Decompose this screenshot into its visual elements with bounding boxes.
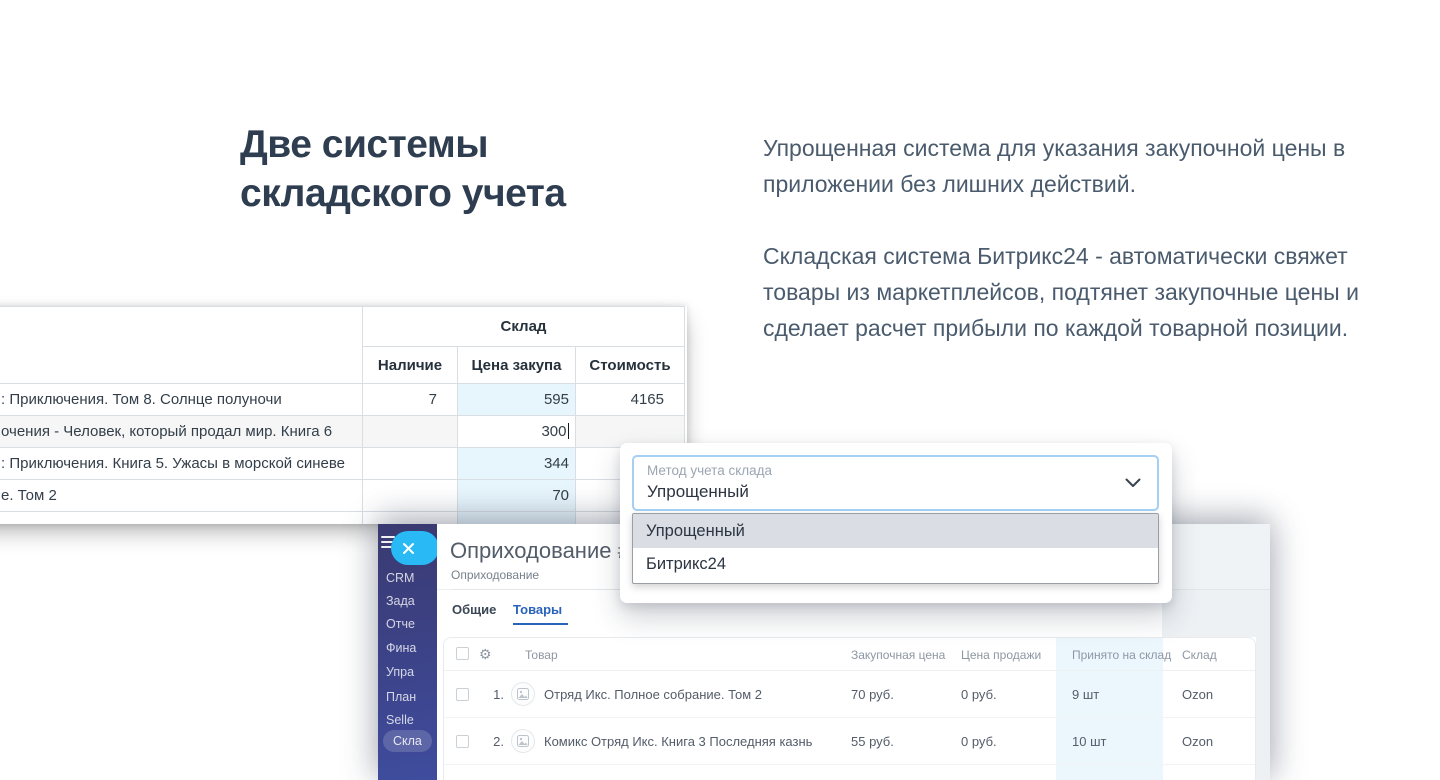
stock-col-header-purchase-price: Цена закупа (458, 347, 576, 384)
product-row: 2. Комикс Отряд Икс. Книга 3 Последняя к… (444, 718, 1255, 765)
sidebar-item-finance[interactable]: Фина (386, 641, 416, 655)
sidebar-item-warehouse[interactable]: Скла (383, 730, 432, 752)
stock-cell-availability (363, 480, 458, 512)
stock-col-header-availability: Наличие (363, 347, 458, 384)
cell-accepted: 10 шт (1072, 734, 1106, 749)
stock-table: Склад Наличие Цена закупа Стоимость : Пр… (0, 306, 685, 524)
stock-table-card: Склад Наличие Цена закупа Стоимость : Пр… (0, 306, 687, 524)
stock-row: : Приключения. Книга 5. Ужасы в морской … (0, 448, 685, 480)
cell-sale-price: 0 руб. (961, 734, 997, 749)
stock-row-partial (0, 512, 685, 525)
sidebar-item-management[interactable]: Упра (386, 665, 414, 679)
col-header-product: Товар (525, 648, 558, 662)
tab-products[interactable]: Товары (513, 602, 562, 617)
product-row: 1. Отряд Икс. Полное собрание. Том 2 70 … (444, 671, 1255, 718)
stock-cell-name: очения - Человек, который продал мир. Кн… (0, 416, 363, 448)
intro-text: Упрощенная система для указания закупочн… (763, 130, 1375, 346)
col-header-warehouse: Склад (1182, 648, 1217, 662)
product-link[interactable]: Комикс Отряд Икс. Книга 3 Последняя казн… (544, 734, 812, 749)
sidebar-item-tasks[interactable]: Зада (386, 594, 415, 608)
select-all-checkbox[interactable] (456, 647, 469, 660)
sidebar-item-planning[interactable]: План (386, 690, 416, 704)
warehouse-method-popup: Метод учета склада Упрощенный Упрощенный… (620, 443, 1172, 603)
product-link[interactable]: Отряд Икс. Полное собрание. Том 2 (544, 687, 762, 702)
row-checkbox[interactable] (456, 688, 469, 701)
row-number: 2. (488, 734, 504, 749)
tab-general[interactable]: Общие (452, 602, 496, 617)
products-table-header: ⚙ Товар Закупочная цена Цена продажи При… (444, 638, 1255, 671)
option-bitrix24[interactable]: Битрикс24 (633, 548, 1158, 581)
stock-cell-availability (363, 416, 458, 448)
stock-group-header: Склад (363, 307, 685, 347)
sidebar-item-seller[interactable]: Selle (386, 713, 414, 727)
stock-cell-purchase-price[interactable]: 595 (458, 384, 576, 416)
stock-name-column-header (0, 307, 363, 384)
app-sidebar: CRM Зада Отче Фина Упра План Selle Скла (378, 524, 437, 780)
stock-cell-availability (363, 448, 458, 480)
window-subtitle: Оприходование (451, 568, 539, 582)
cell-accepted: 9 шт (1072, 687, 1099, 702)
select-label: Метод учета склада (647, 463, 772, 478)
col-header-accepted: Принято на склад (1072, 648, 1171, 662)
cell-purchase-price: 55 руб. (851, 734, 894, 749)
cell-purchase-price: 70 руб. (851, 687, 894, 702)
stock-row: очения - Человек, который продал мир. Кн… (0, 416, 685, 448)
select-value: Упрощенный (647, 482, 749, 502)
products-table: ⚙ Товар Закупочная цена Цена продажи При… (443, 637, 1256, 780)
product-image-icon (511, 729, 535, 753)
stock-cell-availability: 7 (363, 384, 458, 416)
select-options-list: Упрощенный Битрикс24 (632, 513, 1159, 584)
stock-row: е. Том 2 70 (0, 480, 685, 512)
cell-sale-price: 0 руб. (961, 687, 997, 702)
sidebar-item-crm[interactable]: CRM (386, 571, 414, 585)
active-tab-underline (513, 623, 568, 625)
text-caret (568, 423, 570, 439)
stock-cell-name: е. Том 2 (0, 480, 363, 512)
gear-icon[interactable]: ⚙ (479, 646, 492, 663)
row-checkbox[interactable] (456, 735, 469, 748)
col-header-sale: Цена продажи (961, 648, 1041, 662)
header-right-panel (1162, 524, 1270, 589)
page: Две системы складского учета Упрощенная … (0, 0, 1440, 780)
warehouse-method-select[interactable]: Метод учета склада Упрощенный (632, 455, 1159, 511)
stock-cell-cost: 4165 (576, 384, 685, 416)
stock-col-header-cost: Стоимость (576, 347, 685, 384)
stock-cell-purchase-price[interactable]: 70 (458, 480, 576, 512)
cell-warehouse: Ozon (1182, 687, 1213, 702)
intro-paragraph-1: Упрощенная система для указания закупочн… (763, 130, 1375, 202)
cell-warehouse: Ozon (1182, 734, 1213, 749)
stock-row: : Приключения. Том 8. Солнце полуночи 7 … (0, 384, 685, 416)
stock-cell-name: : Приключения. Том 8. Солнце полуночи (0, 384, 363, 416)
chevron-down-icon (1125, 478, 1141, 488)
row-number: 1. (488, 687, 504, 702)
col-header-purchase: Закупочная цена (851, 648, 945, 662)
sidebar-item-reports[interactable]: Отче (386, 617, 415, 631)
intro-paragraph-2: Складская система Битрикс24 - автоматиче… (763, 238, 1375, 346)
option-simplified[interactable]: Упрощенный (633, 514, 1158, 548)
close-icon (402, 542, 415, 555)
product-image-icon (511, 682, 535, 706)
stock-cell-name: : Приключения. Книга 5. Ужасы в морской … (0, 448, 363, 480)
stock-cell-purchase-price[interactable]: 344 (458, 448, 576, 480)
page-title: Две системы складского учета (240, 120, 670, 218)
close-slider-button[interactable] (391, 531, 439, 565)
stock-cell-purchase-price-editing[interactable]: 300 (458, 416, 576, 448)
